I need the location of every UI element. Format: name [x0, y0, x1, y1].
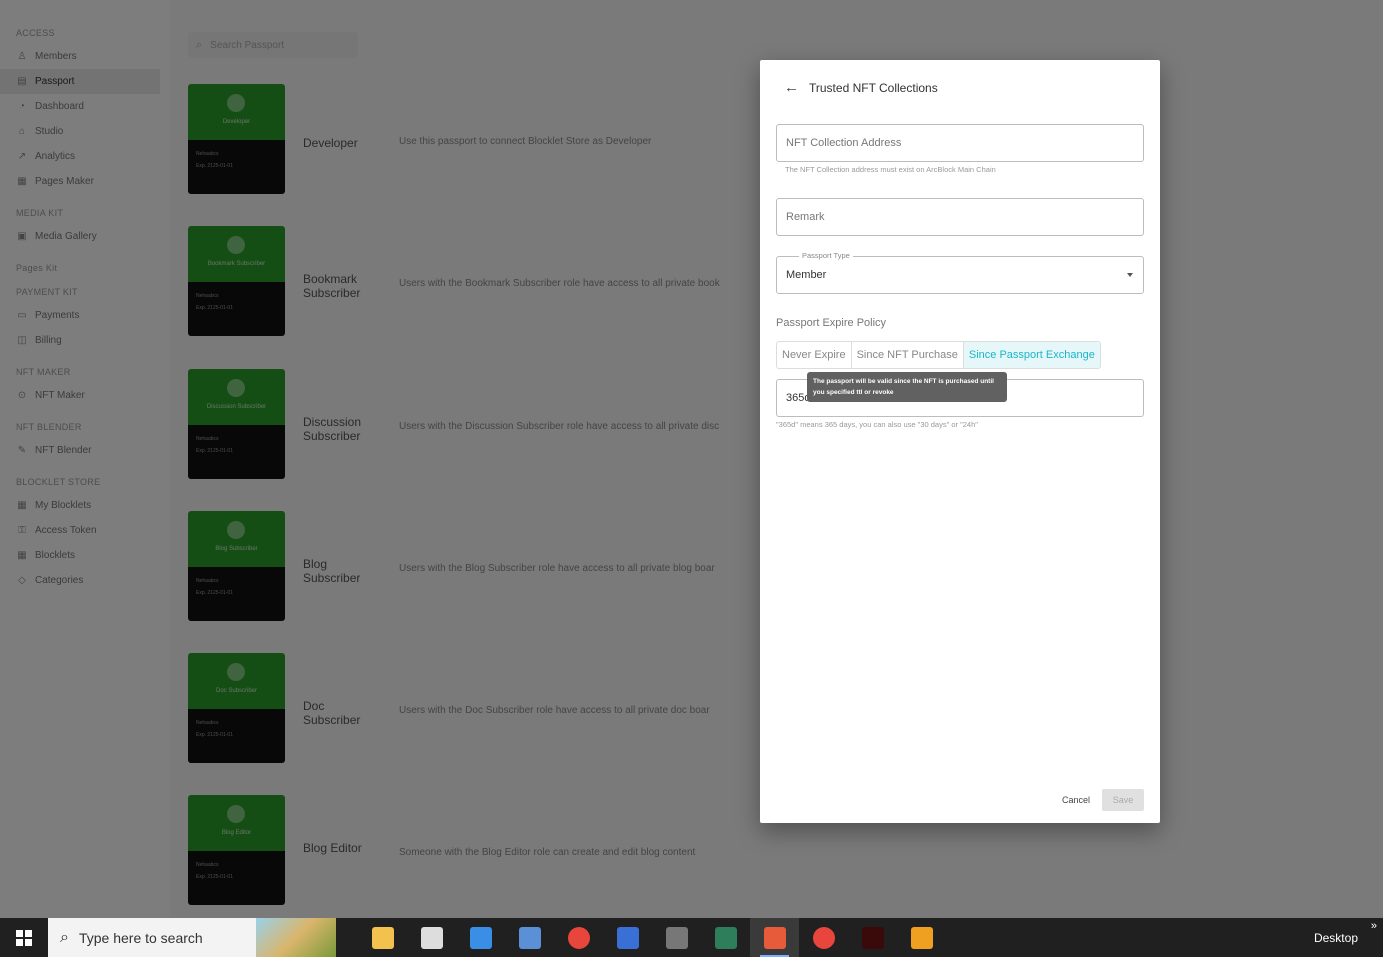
ttl-helper-text: "365d" means 365 days, you can also use …	[776, 420, 978, 429]
taskbar-apps	[358, 918, 946, 957]
since-nft-purchase-option[interactable]: Since NFT Purchase	[852, 342, 964, 368]
taskbar-app[interactable]	[505, 918, 554, 957]
illustrator-icon	[861, 926, 884, 949]
app-icon	[420, 926, 443, 949]
taskbar-app[interactable]	[554, 918, 603, 957]
never-expire-option[interactable]: Never Expire	[777, 342, 852, 368]
outlook-icon	[469, 926, 492, 949]
taskbar: ⌕ Type here to search Desktop »	[0, 918, 1383, 957]
desktop-label[interactable]: Desktop	[1314, 918, 1358, 957]
trusted-nft-dialog: ← Trusted NFT Collections NFT Collection…	[760, 60, 1160, 823]
taskbar-app[interactable]	[897, 918, 946, 957]
dropdown-caret-icon	[1127, 273, 1133, 277]
taskbar-app[interactable]	[407, 918, 456, 957]
file-explorer-icon	[371, 926, 394, 949]
modal-backdrop[interactable]	[0, 0, 1383, 918]
passport-type-select[interactable]: Passport Type Member	[776, 251, 1144, 294]
passport-type-value: Member	[786, 269, 827, 281]
search-icon: ⌕	[60, 928, 69, 946]
photo-app-icon	[714, 926, 737, 949]
chrome-profile-icon	[812, 926, 835, 949]
taskbar-search-text: Type here to search	[78, 929, 203, 946]
fl-studio-icon	[910, 926, 933, 949]
taskbar-app[interactable]	[848, 918, 897, 957]
chevron-icon[interactable]: »	[1371, 920, 1377, 932]
search-highlight-image	[256, 918, 336, 957]
taskbar-app[interactable]	[603, 918, 652, 957]
windows-logo-icon	[16, 929, 32, 946]
taskbar-app[interactable]	[456, 918, 505, 957]
since-passport-exchange-option[interactable]: Since Passport Exchange	[963, 342, 1100, 368]
remark-field[interactable]: Remark	[776, 198, 1144, 236]
remark-placeholder: Remark	[786, 211, 825, 223]
dialog-title: Trusted NFT Collections	[809, 80, 938, 95]
taskbar-app[interactable]	[750, 918, 799, 957]
expire-policy-toggle: Never Expire Since NFT Purchase Since Pa…	[776, 341, 1101, 369]
taskbar-app[interactable]	[358, 918, 407, 957]
start-button[interactable]	[0, 918, 48, 957]
save-button[interactable]: Save	[1102, 789, 1144, 811]
chrome-icon	[567, 926, 590, 949]
nft-collection-address-field[interactable]: NFT Collection Address	[776, 124, 1144, 162]
expire-policy-label: Passport Expire Policy	[776, 317, 887, 329]
active-app-icon	[763, 926, 786, 949]
calculator-icon	[518, 926, 541, 949]
dialog-actions: Cancel Save	[1062, 789, 1144, 811]
address-helper-text: The NFT Collection address must exist on…	[785, 165, 996, 174]
nft-collection-address-placeholder: NFT Collection Address	[786, 137, 902, 149]
taskbar-app[interactable]	[799, 918, 848, 957]
app-small-icon	[616, 926, 639, 949]
taskbar-app[interactable]	[652, 918, 701, 957]
amazon-icon	[665, 926, 688, 949]
taskbar-app[interactable]	[701, 918, 750, 957]
expire-policy-tooltip: The passport will be valid since the NFT…	[807, 372, 1007, 402]
dialog-header: ← Trusted NFT Collections	[784, 79, 938, 96]
taskbar-search[interactable]: ⌕ Type here to search	[48, 918, 336, 957]
back-arrow-icon[interactable]: ←	[784, 79, 799, 96]
passport-type-label: Passport Type	[799, 251, 853, 260]
cancel-button[interactable]: Cancel	[1062, 795, 1090, 805]
